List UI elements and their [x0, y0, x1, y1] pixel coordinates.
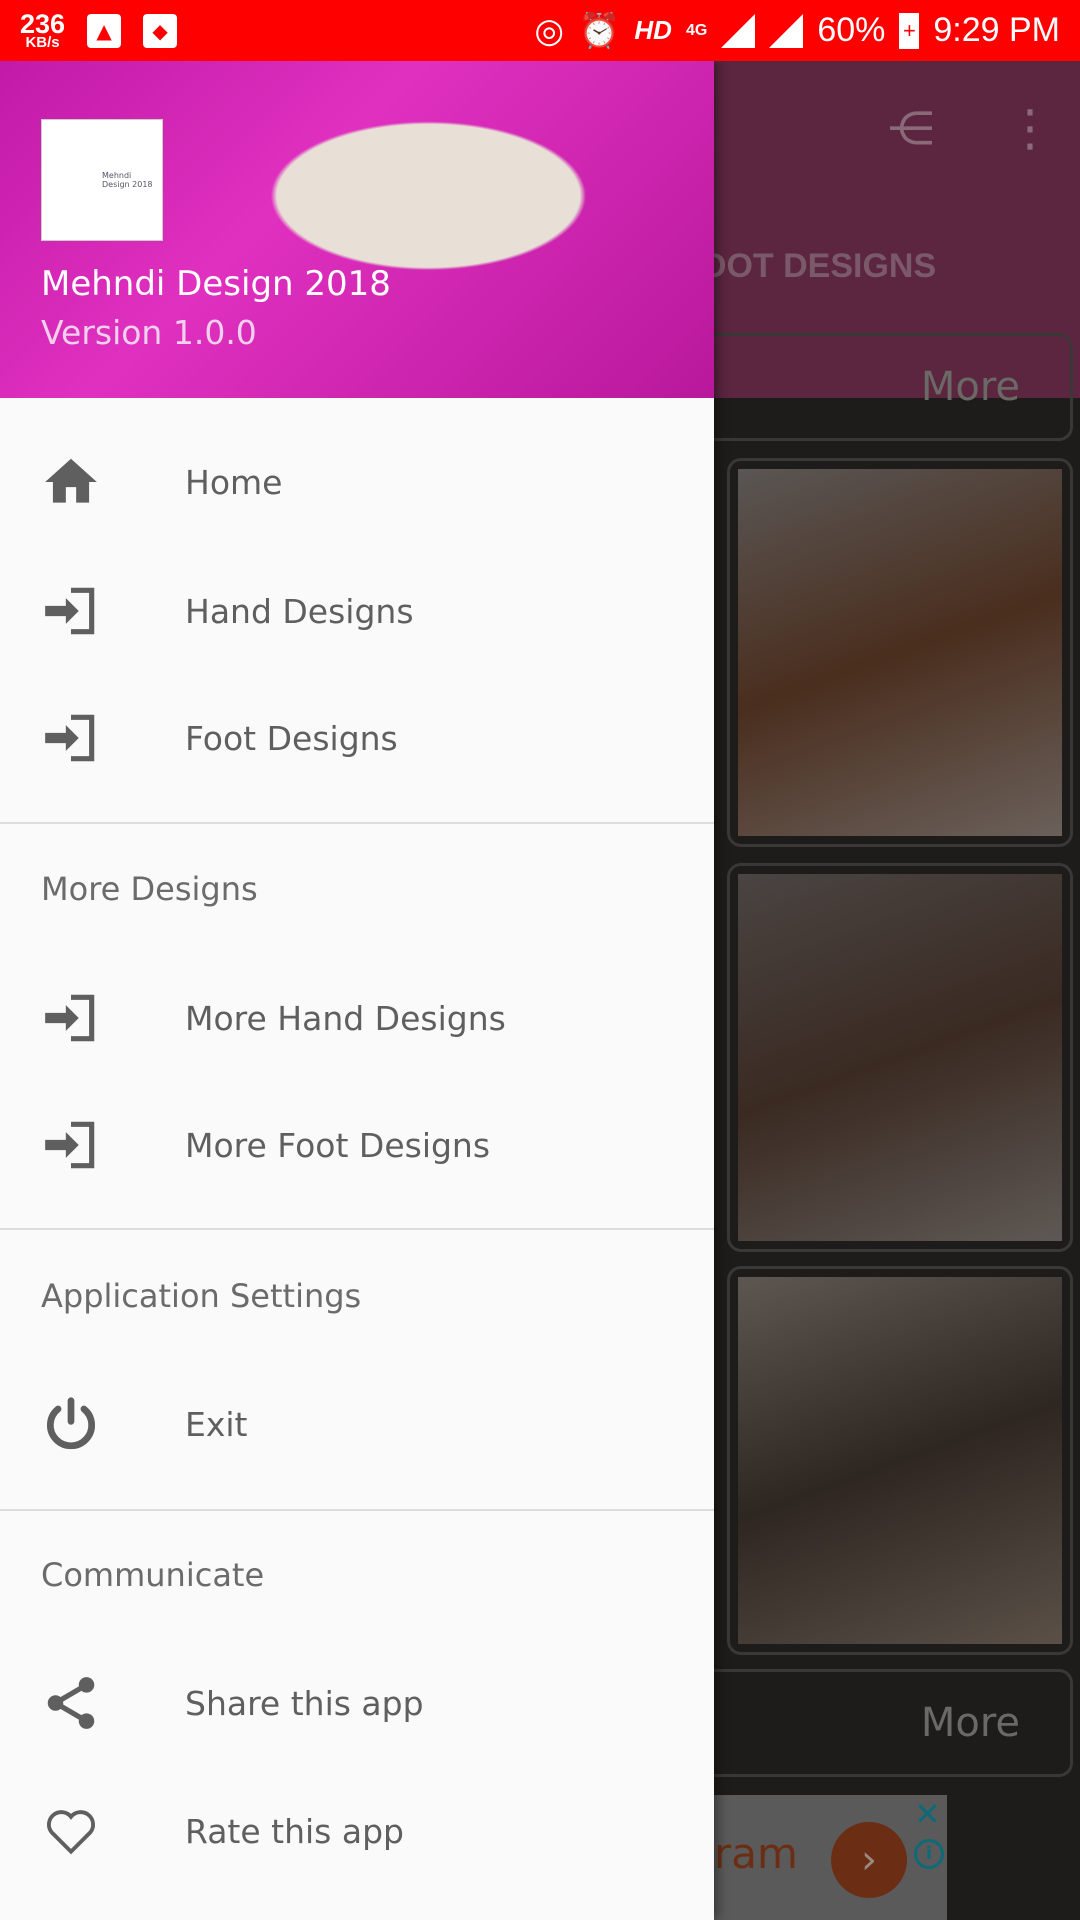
design-image-card[interactable]: [727, 458, 1073, 847]
menu-item-rate[interactable]: Rate this app: [0, 1776, 714, 1886]
menu-item-foot-designs[interactable]: Foot Designs: [0, 683, 714, 793]
divider: [0, 1509, 714, 1511]
section-communicate: Communicate: [41, 1556, 265, 1594]
status-bar: 236 KB/s ▲ ◆ ◎ ⏰ HD 4G 60% + 9:29 PM: [0, 0, 1080, 61]
design-image-card[interactable]: [727, 863, 1073, 1252]
close-icon[interactable]: ✕: [914, 1795, 941, 1833]
battery-icon: +: [899, 12, 920, 49]
app-logo: Mehndi Design 2018: [41, 119, 163, 241]
divider: [0, 822, 714, 824]
tab-foot-designs[interactable]: OOT DESIGNS: [700, 247, 936, 286]
menu-label: More Hand Designs: [185, 998, 506, 1038]
menu-label: Hand Designs: [185, 591, 414, 631]
menu-label: Share this app: [185, 1683, 424, 1723]
info-icon[interactable]: i: [914, 1839, 944, 1869]
section-more-designs: More Designs: [41, 870, 258, 908]
gallery-notification-icon: ▲: [87, 13, 122, 48]
drawer-header: Mehndi Design 2018 Mehndi Design 2018 Ve…: [0, 61, 714, 398]
share-icon[interactable]: ⋲: [888, 101, 934, 155]
heart-icon: [40, 1800, 102, 1862]
login-icon: [40, 580, 102, 642]
menu-label: Rate this app: [185, 1811, 404, 1851]
menu-item-home[interactable]: Home: [0, 427, 714, 537]
divider: [0, 1228, 714, 1230]
alarm-icon: ⏰: [578, 11, 621, 50]
hand-design-image: [738, 1277, 1062, 1644]
hand-design-image: [738, 874, 1062, 1241]
menu-item-share[interactable]: Share this app: [0, 1648, 714, 1758]
app-name: Mehndi Design 2018: [41, 264, 391, 304]
power-icon: [40, 1393, 102, 1455]
signal-icon: [721, 13, 756, 48]
menu-label: Exit: [185, 1404, 248, 1444]
ad-banner[interactable]: ram › ✕ i: [700, 1795, 947, 1920]
overflow-menu-icon[interactable]: ⋮: [1005, 99, 1055, 157]
network-speed: 236 KB/s: [20, 10, 65, 51]
signal-icon-2: [769, 13, 804, 48]
hd-indicator: HD: [634, 15, 672, 45]
app-version: Version 1.0.0: [41, 313, 257, 352]
menu-item-more-hand-designs[interactable]: More Hand Designs: [0, 963, 714, 1073]
menu-item-more-foot-designs[interactable]: More Foot Designs: [0, 1090, 714, 1200]
chevron-right-icon[interactable]: ›: [831, 1822, 907, 1898]
section-application-settings: Application Settings: [41, 1277, 362, 1315]
menu-label: More Foot Designs: [185, 1125, 491, 1165]
share-icon: [40, 1672, 102, 1734]
battery-percent: 60%: [817, 11, 886, 49]
login-icon: [40, 1114, 102, 1176]
hotspot-icon: ◎: [534, 11, 565, 50]
logo-text: Mehndi Design 2018: [102, 171, 153, 189]
speed-unit: KB/s: [25, 33, 60, 51]
clock: 9:29 PM: [933, 11, 1060, 49]
menu-label: Foot Designs: [185, 718, 398, 758]
design-image-card[interactable]: [727, 1266, 1073, 1655]
hand-design-image: [738, 469, 1062, 836]
ad-text: ram: [714, 1829, 798, 1878]
navigation-drawer: Mehndi Design 2018 Mehndi Design 2018 Ve…: [0, 61, 714, 1920]
login-icon: [40, 707, 102, 769]
menu-label: Home: [185, 462, 283, 502]
menu-item-hand-designs[interactable]: Hand Designs: [0, 556, 714, 666]
network-type: 4G: [685, 21, 708, 39]
menu-item-exit[interactable]: Exit: [0, 1369, 714, 1479]
home-icon: [40, 451, 102, 513]
login-icon: [40, 987, 102, 1049]
app-notification-icon: ◆: [143, 13, 178, 48]
